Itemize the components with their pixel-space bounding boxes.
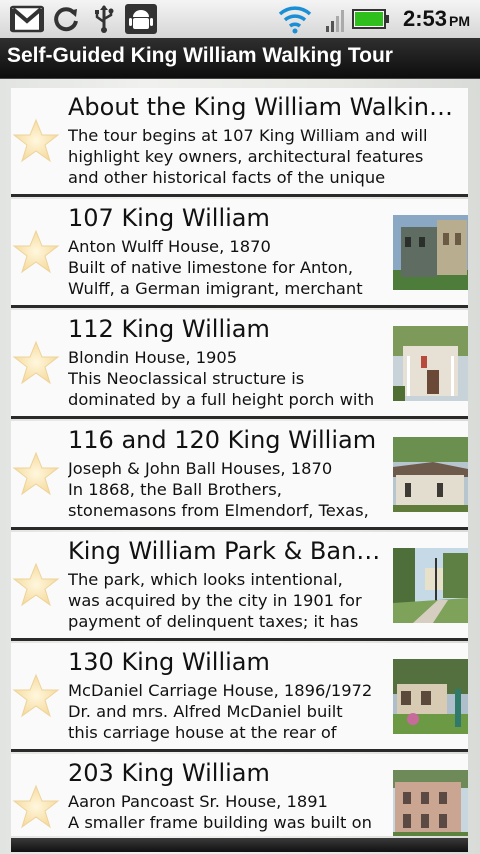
star-favorite-icon[interactable] — [12, 562, 60, 608]
tour-stop-title: King William Park & Bandstand — [68, 537, 388, 565]
tour-stop-description: Anton Wulff House, 1870 Built of native l… — [68, 236, 363, 300]
star-favorite-icon[interactable] — [12, 784, 60, 830]
tour-stop-title: 203 King William — [68, 759, 270, 787]
house-photo-thumbnail — [393, 548, 468, 623]
signal-icon — [326, 10, 344, 32]
tour-stop-item[interactable]: 116 and 120 King William Joseph & John Ba… — [11, 421, 468, 530]
tour-stop-description: Aaron Pancoast Sr. House, 1891 A smaller … — [68, 791, 372, 836]
description-line: stonemasons from Elmendorf, Texas, — [68, 501, 369, 520]
tour-stop-description: Blondin House, 1905 This Neoclassical str… — [68, 347, 374, 411]
description-line: Joseph & John Ball Houses, 1870 — [68, 459, 333, 478]
tour-stop-item[interactable]: 203 King William Aaron Pancoast Sr. House… — [11, 754, 468, 836]
tour-stop-list[interactable]: About the King William Walking Tour The t… — [11, 88, 468, 836]
app-title: Self-Guided King William Walking Tour — [7, 44, 393, 67]
description-line: highlight key owners, architectural feat… — [68, 147, 424, 166]
tour-stop-description: The park, which looks intentional, was ac… — [68, 569, 362, 633]
tour-stop-description: The tour begins at 107 King William and … — [68, 125, 428, 189]
house-photo-thumbnail — [393, 215, 468, 290]
usb-icon — [95, 5, 114, 33]
house-photo-thumbnail — [393, 770, 468, 836]
wifi-icon — [278, 6, 312, 34]
tour-stop-title: 130 King William — [68, 648, 270, 676]
description-line: A smaller frame building was built on — [68, 813, 372, 832]
status-bar: 2:53 PM — [0, 0, 480, 39]
star-favorite-icon[interactable] — [12, 451, 60, 497]
tour-stop-item[interactable]: 112 King William Blondin House, 1905 This … — [11, 310, 468, 419]
tour-stop-item[interactable]: King William Park & Bandstand The park, w… — [11, 532, 468, 641]
description-line: this carriage house at the rear of — [68, 723, 337, 742]
tour-stop-item[interactable]: About the King William Walking Tour The t… — [11, 88, 468, 197]
description-line: In 1868, the Ball Brothers, — [68, 480, 282, 499]
description-line: Blondin House, 1905 — [68, 348, 238, 367]
tour-stop-item[interactable]: 107 King William Anton Wulff House, 1870 B… — [11, 199, 468, 308]
tour-stop-title: 112 King William — [68, 315, 270, 343]
description-line: This Neoclassical structure is — [68, 369, 305, 388]
star-favorite-icon[interactable] — [12, 673, 60, 719]
house-photo-thumbnail — [393, 659, 468, 734]
description-line: McDaniel Carriage House, 1896/1972 — [68, 681, 373, 700]
battery-icon — [352, 9, 389, 29]
gmail-icon — [10, 5, 44, 33]
star-favorite-icon[interactable] — [12, 229, 60, 275]
tour-stop-description: Joseph & John Ball Houses, 1870 In 1868, … — [68, 458, 369, 522]
android-debug-icon — [125, 4, 157, 34]
description-line: Dr. and mrs. Alfred McDaniel built — [68, 702, 343, 721]
tour-stop-title: 116 and 120 King William — [68, 426, 377, 454]
house-photo-thumbnail — [393, 437, 468, 512]
star-favorite-icon[interactable] — [12, 118, 60, 164]
tour-stop-title: About the King William Walking Tour — [68, 93, 460, 121]
app-title-bar: Self-Guided King William Walking Tour — [0, 38, 480, 79]
description-line: The tour begins at 107 King William and … — [68, 126, 428, 145]
tour-stop-description: McDaniel Carriage House, 1896/1972 Dr. an… — [68, 680, 372, 744]
clock: 2:53 PM — [402, 6, 470, 31]
description-line: dominated by a full height porch with — [68, 390, 375, 409]
description-line: Anton Wulff House, 1870 — [68, 237, 271, 256]
star-favorite-icon[interactable] — [12, 340, 60, 386]
description-line: and other historical facts of the unique — [68, 168, 386, 187]
description-line: the west part of the lot, in the late — [68, 833, 372, 836]
description-line: Built of native limestone for Anton, — [68, 258, 354, 277]
list-bottom-edge — [11, 838, 468, 852]
description-line: payment of delinquent taxes; it has — [68, 612, 359, 631]
tour-stop-title: 107 King William — [68, 204, 270, 232]
description-line: Aaron Pancoast Sr. House, 1891 — [68, 792, 328, 811]
tour-stop-item[interactable]: 130 King William McDaniel Carriage House,… — [11, 643, 468, 752]
description-line: Wulff, a German imigrant, merchant — [68, 279, 363, 298]
description-line: The park, which looks intentional, — [68, 570, 343, 589]
sync-icon — [54, 7, 78, 32]
house-photo-thumbnail — [393, 326, 468, 401]
description-line: was acquired by the city in 1901 for — [68, 591, 362, 610]
